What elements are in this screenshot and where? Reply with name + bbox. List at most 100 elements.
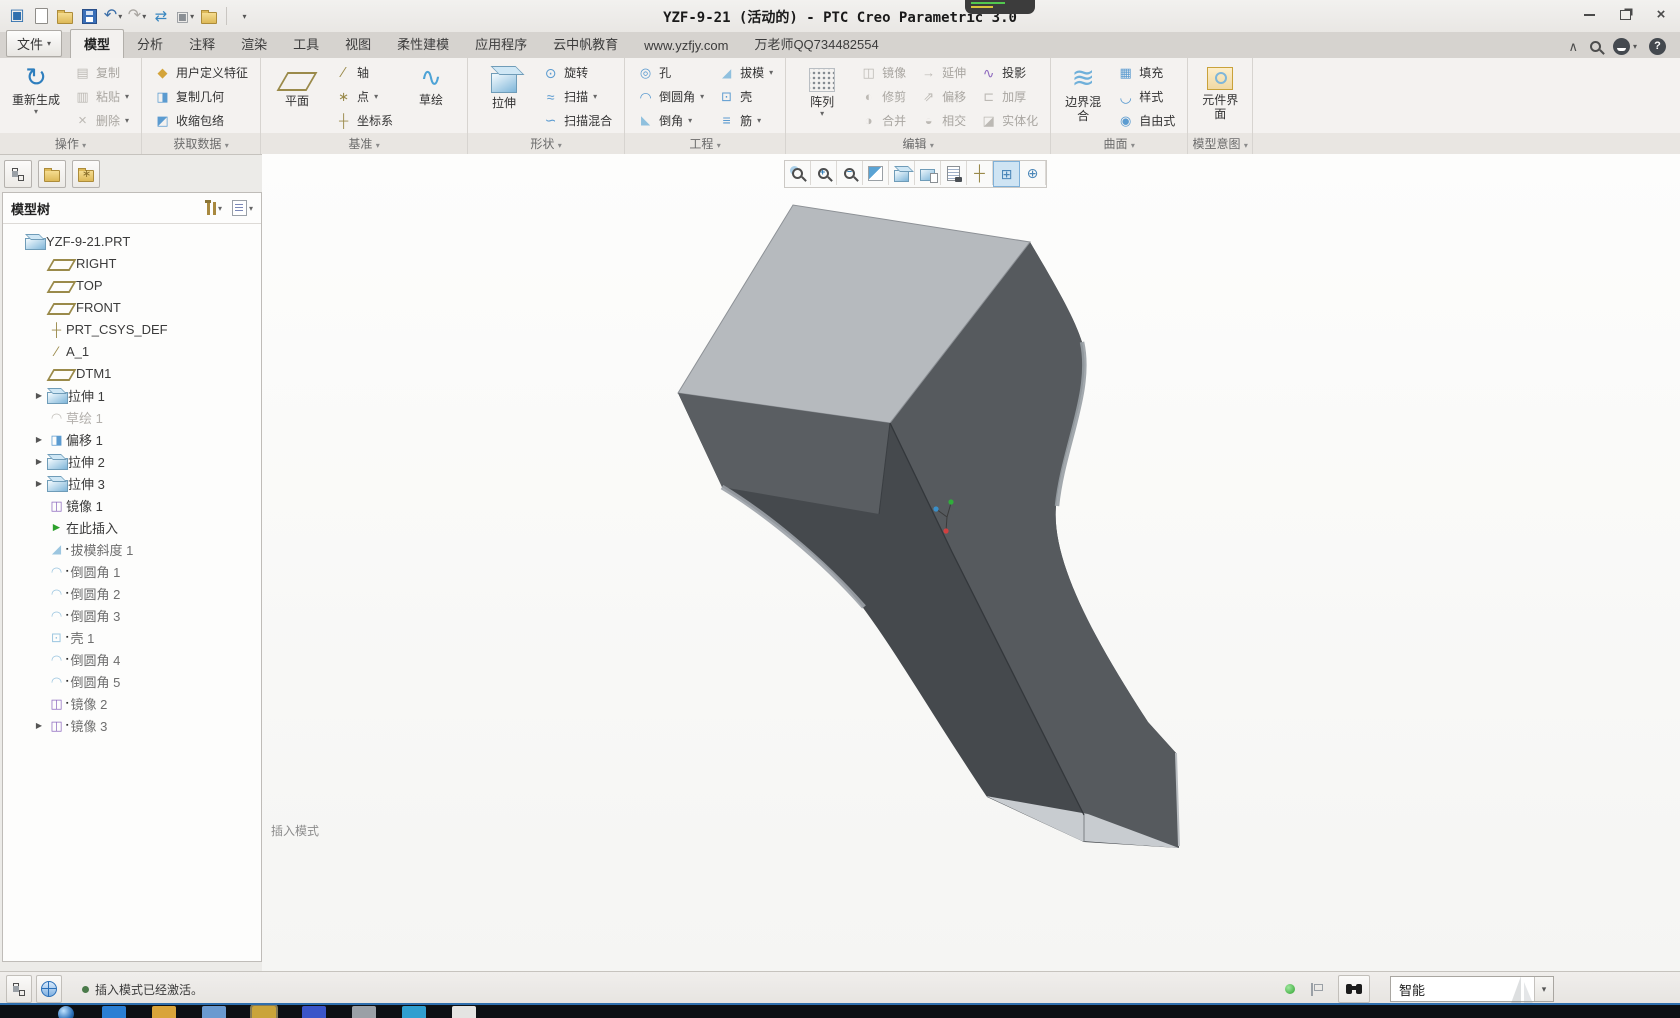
file-menu-button[interactable]: 文件 ▾ (6, 30, 62, 57)
ribbon-group-label-形状[interactable]: 形状 ▾ (468, 132, 624, 154)
revolve-button[interactable]: ⊙旋转 (539, 62, 615, 83)
taskbar-item[interactable] (402, 1006, 426, 1018)
tree-item-RIGHT[interactable]: RIGHT (3, 252, 261, 274)
tree-item-PRT_CSYS_DEF[interactable]: ┼PRT_CSYS_DEF (3, 318, 261, 340)
taskbar-start-button[interactable] (58, 1006, 76, 1018)
tab-分析[interactable]: 分析 (124, 30, 176, 58)
thicken-button[interactable]: ⊏加厚 (977, 86, 1041, 107)
tab-云中帆教育[interactable]: 云中帆教育 (540, 30, 631, 58)
regenerate-button[interactable]: ↻重新生成▾ (7, 61, 65, 132)
restore-button[interactable] (1614, 6, 1636, 24)
spin-center-button[interactable]: ⊕ (1020, 161, 1046, 185)
tree-item-镜像 1[interactable]: ◫镜像 1 (3, 494, 261, 516)
view-manager-button[interactable] (941, 161, 967, 185)
search-button[interactable] (1590, 41, 1601, 52)
offset-button[interactable]: ⇗偏移 (917, 86, 969, 107)
tab-模型[interactable]: 模型 (70, 29, 124, 58)
navigator-toggle-button[interactable] (6, 975, 32, 1003)
graphics-area[interactable]: ┼⊞⊕ 插入模式 (262, 154, 1680, 972)
extrude-button[interactable]: 拉伸 (475, 61, 533, 132)
tab-工具[interactable]: 工具 (280, 30, 332, 58)
chamfer-button[interactable]: ◣倒角▾ (634, 110, 707, 131)
folder-browser-tab[interactable] (38, 160, 66, 188)
taskbar-item[interactable] (202, 1006, 226, 1018)
expand-arrow-icon[interactable]: ▶ (31, 391, 47, 400)
collapse-ribbon-button[interactable]: ∧ (1568, 40, 1578, 53)
datum-axis-button[interactable]: ⁄轴 (332, 62, 396, 83)
tree-item-倒圆角 5[interactable]: ◠▪倒圆角 5 (3, 670, 261, 692)
intersect-button[interactable]: ◒相交 (917, 110, 969, 131)
tree-item-A_1[interactable]: ⁄A_1 (3, 340, 261, 362)
style-button[interactable]: ◡样式 (1114, 86, 1178, 107)
tree-item-在此插入[interactable]: ►在此插入 (3, 516, 261, 538)
tab-www.yzfjy.com[interactable]: www.yzfjy.com (631, 34, 741, 58)
tab-应用程序[interactable]: 应用程序 (462, 30, 540, 58)
tree-item-草绘 1[interactable]: ◠草绘 1 (3, 406, 261, 428)
trim-button[interactable]: ◐修剪 (857, 86, 909, 107)
hole-button[interactable]: ◎孔 (634, 62, 707, 83)
mirror-button[interactable]: ◫镜像 (857, 62, 909, 83)
copy-button[interactable]: ▤复制 (71, 62, 132, 83)
favorites-tab[interactable] (72, 160, 100, 188)
ribbon-group-label-工程[interactable]: 工程 ▾ (625, 132, 785, 154)
datum-plane-button[interactable]: 平面 (268, 61, 326, 132)
model-tree-tab[interactable] (4, 160, 32, 188)
solidify-button[interactable]: ◪实体化 (977, 110, 1041, 131)
ribbon-group-label-基准[interactable]: 基准 ▾ (261, 132, 467, 154)
zoom-out-button[interactable] (837, 161, 863, 185)
ribbon-group-label-操作[interactable]: 操作 ▾ (0, 132, 141, 154)
datum-display-filters-button[interactable]: ┼ (967, 161, 993, 185)
account-button[interactable]: ▾ (1613, 38, 1637, 55)
taskbar-item[interactable] (102, 1006, 126, 1018)
udf-button[interactable]: ◆用户定义特征 (151, 62, 251, 83)
sketch-button[interactable]: ∿草绘 (402, 61, 460, 132)
datum-csys-button[interactable]: ┼坐标系 (332, 110, 396, 131)
tree-item-倒圆角 2[interactable]: ◠▪倒圆角 2 (3, 582, 261, 604)
taskbar-item[interactable] (152, 1006, 176, 1018)
tree-item-镜像 3[interactable]: ▶◫▪镜像 3 (3, 714, 261, 736)
extend-button[interactable]: →延伸 (917, 62, 969, 83)
tree-item-拔模斜度 1[interactable]: ◢▪拔模斜度 1 (3, 538, 261, 560)
display-style-button[interactable] (889, 161, 915, 185)
copy-geometry-button[interactable]: ◨复制几何 (151, 86, 251, 107)
boundary-blend-button[interactable]: ≋边界混合 (1058, 61, 1108, 132)
tree-item-壳 1[interactable]: ⊡▪壳 1 (3, 626, 261, 648)
fill-button[interactable]: ▦填充 (1114, 62, 1178, 83)
annotation-display-button[interactable]: ⊞ (993, 161, 1020, 187)
project-button[interactable]: ∿投影 (977, 62, 1041, 83)
expand-arrow-icon[interactable]: ▶ (31, 721, 47, 730)
shell-button[interactable]: ⊡壳 (715, 86, 776, 107)
expand-arrow-icon[interactable]: ▶ (31, 479, 47, 488)
tree-item-倒圆角 3[interactable]: ◠▪倒圆角 3 (3, 604, 261, 626)
paste-button[interactable]: ▥粘贴▾ (71, 86, 132, 107)
minimize-button[interactable] (1578, 6, 1600, 24)
datum-point-button[interactable]: ∗点▾ (332, 86, 396, 107)
zoom-fit-button[interactable] (785, 161, 811, 185)
taskbar-item[interactable] (302, 1006, 326, 1018)
tab-渲染[interactable]: 渲染 (228, 30, 280, 58)
tab-柔性建模[interactable]: 柔性建模 (384, 30, 462, 58)
tree-item-拉伸 2[interactable]: ▶拉伸 2 (3, 450, 261, 472)
round-button[interactable]: ◠倒圆角▾ (634, 86, 707, 107)
tree-item-TOP[interactable]: TOP (3, 274, 261, 296)
taskbar-item[interactable] (352, 1006, 376, 1018)
tree-item-倒圆角 4[interactable]: ◠▪倒圆角 4 (3, 648, 261, 670)
swept-blend-button[interactable]: ∽扫描混合 (539, 110, 615, 131)
taskbar-item[interactable] (452, 1006, 476, 1018)
tree-settings-button[interactable]: ▾ (232, 200, 253, 216)
tree-item-拉伸 1[interactable]: ▶拉伸 1 (3, 384, 261, 406)
help-button[interactable] (1649, 38, 1666, 55)
tree-item-镜像 2[interactable]: ◫▪镜像 2 (3, 692, 261, 714)
browser-toggle-button[interactable] (36, 975, 62, 1003)
tree-item-YZF-9-21.PRT[interactable]: YZF-9-21.PRT (3, 230, 261, 252)
tree-item-DTM1[interactable]: DTM1 (3, 362, 261, 384)
rib-button[interactable]: ≡筋▾ (715, 110, 776, 131)
tree-item-拉伸 3[interactable]: ▶拉伸 3 (3, 472, 261, 494)
taskbar-item[interactable] (252, 1006, 276, 1018)
tree-item-偏移 1[interactable]: ▶◨偏移 1 (3, 428, 261, 450)
sweep-button[interactable]: ≈扫描▾ (539, 86, 615, 107)
tree-tools-button[interactable]: ▾ (207, 202, 222, 215)
pattern-button[interactable]: 阵列▾ (793, 61, 851, 132)
freestyle-button[interactable]: ◉自由式 (1114, 110, 1178, 131)
selection-filter-combo[interactable]: 智能 ▾ (1390, 976, 1554, 1002)
